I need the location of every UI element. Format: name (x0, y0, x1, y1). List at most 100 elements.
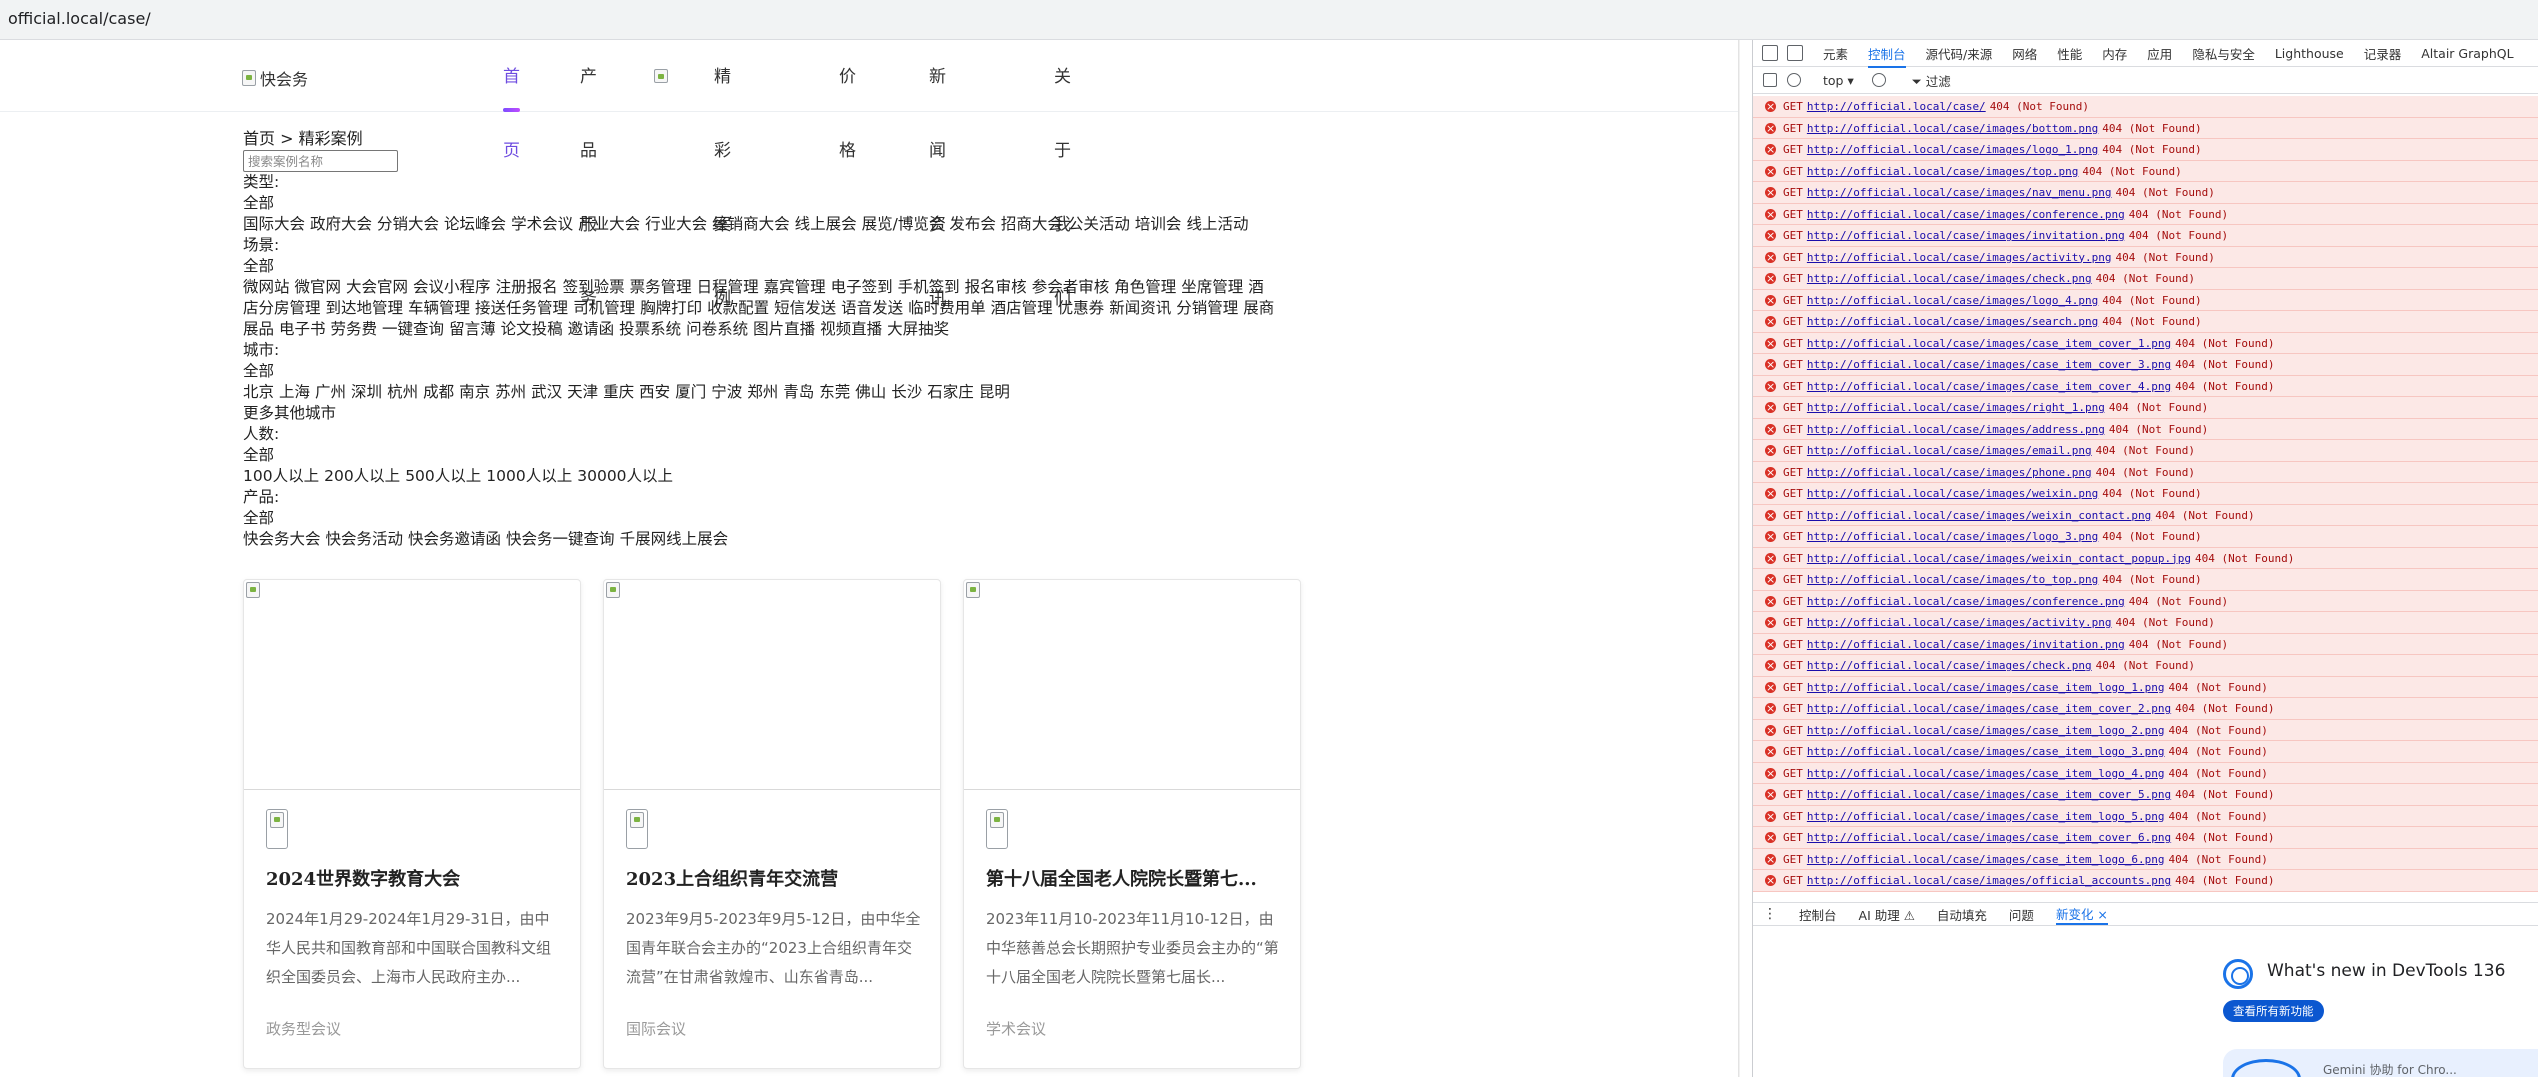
log-url-link[interactable]: http://official.local/case/images/case_i… (1807, 724, 2165, 737)
drawer-tab[interactable]: AI 助理 ⚠ (1859, 905, 1915, 924)
filter-option[interactable]: 大会官网 (346, 278, 408, 296)
context-selector[interactable]: top ▾ (1823, 73, 1854, 88)
filter-all-city[interactable]: 全部 (243, 361, 1303, 382)
drawer-tab[interactable]: 新变化 × (2055, 904, 2108, 925)
filter-all-scene[interactable]: 全部 (243, 256, 1303, 277)
filter-option[interactable]: 问卷系统 (686, 320, 748, 338)
filter-option[interactable]: 大屏抽奖 (887, 320, 949, 338)
nav-item[interactable]: 新闻资讯 (929, 40, 946, 309)
filter-option[interactable]: 临时费用单 (908, 299, 986, 317)
address-url[interactable]: official.local/case/ (8, 9, 151, 28)
log-url-link[interactable]: http://official.local/case/images/nav_me… (1807, 186, 2112, 199)
nav-item[interactable]: 关于我们 (1054, 40, 1071, 309)
log-url-link[interactable]: http://official.local/case/images/confer… (1807, 208, 2125, 221)
log-url-link[interactable]: http://official.local/case/images/weixin… (1807, 552, 2191, 565)
filter-option[interactable]: 分销大会 (377, 215, 439, 233)
filter-option[interactable]: 快会务活动 (326, 530, 404, 548)
filter-option[interactable]: 苏州 (495, 383, 526, 401)
log-url-link[interactable]: http://official.local/case/images/invita… (1807, 638, 2125, 651)
filter-option[interactable]: 武汉 (531, 383, 562, 401)
log-url-link[interactable]: http://official.local/case/images/bottom… (1807, 122, 2098, 135)
filter-option[interactable]: 行业大会 (645, 215, 707, 233)
filter-option[interactable]: 郑州 (747, 383, 778, 401)
filter-option[interactable]: 短信发送 (774, 299, 836, 317)
case-cover-image[interactable] (244, 580, 580, 790)
breadcrumb[interactable]: 首页 > 精彩案例 (243, 128, 1303, 149)
filter-option[interactable]: 重庆 (603, 383, 634, 401)
log-url-link[interactable]: http://official.local/case/images/case_i… (1807, 337, 2171, 350)
devtools-tab[interactable]: 记录器 (2364, 44, 2402, 63)
search-input[interactable] (243, 150, 398, 172)
drawer-tab[interactable]: 自动填充 (1937, 905, 1987, 924)
filter-option[interactable]: 石家庄 (927, 383, 974, 401)
filter-option[interactable]: 30000人以上 (577, 467, 673, 485)
device-toolbar-icon[interactable] (1787, 45, 1803, 61)
log-url-link[interactable]: http://official.local/case/images/logo_3… (1807, 530, 2098, 543)
devtools-tab[interactable]: 控制台 (1868, 44, 1906, 68)
filter-option[interactable]: 视频直播 (820, 320, 882, 338)
case-cover-image[interactable] (604, 580, 940, 790)
filter-option[interactable]: 图片直播 (753, 320, 815, 338)
filter-option[interactable]: 100人以上 (243, 467, 319, 485)
log-url-link[interactable]: http://official.local/case/images/weixin… (1807, 509, 2151, 522)
filter-option[interactable]: 杭州 (387, 383, 418, 401)
filter-option[interactable]: 发布会 (949, 215, 996, 233)
devtools-tab[interactable]: 内存 (2102, 44, 2127, 63)
filter-option[interactable]: 线上展会 (795, 215, 857, 233)
drawer-menu-icon[interactable]: ⋮ (1763, 906, 1777, 922)
filter-option[interactable]: 嘉宾管理 (764, 278, 826, 296)
log-url-link[interactable]: http://official.local/case/images/case_i… (1807, 853, 2165, 866)
filter-option[interactable]: 接送任务管理 (475, 299, 568, 317)
filter-option[interactable]: 1000人以上 (486, 467, 572, 485)
filter-option[interactable]: 国际大会 (243, 215, 305, 233)
filter-option[interactable]: 快会务大会 (243, 530, 321, 548)
log-url-link[interactable]: http://official.local/case/images/logo_1… (1807, 143, 2098, 156)
log-url-link[interactable]: http://official.local/case/images/to_top… (1807, 573, 2098, 586)
log-url-link[interactable]: http://official.local/case/images/check.… (1807, 659, 2092, 672)
filter-option[interactable]: 胸牌打印 (640, 299, 702, 317)
devtools-tab[interactable]: 元素 (1823, 44, 1848, 63)
log-url-link[interactable]: http://official.local/case/images/weixin… (1807, 487, 2098, 500)
filter-option[interactable]: 厦门 (675, 383, 706, 401)
log-url-link[interactable]: http://official.local/case/images/confer… (1807, 595, 2125, 608)
log-url-link[interactable]: http://official.local/case/images/case_i… (1807, 788, 2171, 801)
case-title[interactable]: 2024世界数字教育大会 (266, 865, 566, 891)
see-all-features-button[interactable]: 查看所有新功能 (2223, 1000, 2324, 1022)
filter-option[interactable]: 线上活动 (1186, 215, 1248, 233)
sidebar-toggle-icon[interactable] (1763, 73, 1777, 87)
nav-item[interactable]: 产品服务 (580, 40, 597, 309)
filter-option[interactable]: 200人以上 (324, 467, 400, 485)
site-logo[interactable]: 快会务 (242, 66, 308, 90)
filter-option[interactable]: 店分房管理 (243, 299, 321, 317)
filter-option[interactable]: 政府大会 (310, 215, 372, 233)
filter-option[interactable]: 司机管理 (573, 299, 635, 317)
filter-option[interactable]: 邀请函 (568, 320, 615, 338)
log-url-link[interactable]: http://official.local/case/images/right_… (1807, 401, 2105, 414)
filter-option[interactable]: 昆明 (979, 383, 1010, 401)
filter-option[interactable]: 长沙 (891, 383, 922, 401)
eye-icon[interactable] (1871, 73, 1886, 87)
filter-option[interactable]: 会议小程序 (413, 278, 491, 296)
filter-option[interactable]: 电子签到 (831, 278, 893, 296)
filter-option[interactable]: 注册报名 (496, 278, 558, 296)
filter-option[interactable]: 收款配置 (707, 299, 769, 317)
filter-option[interactable]: 报名审核 (965, 278, 1027, 296)
filter-option[interactable]: 微官网 (295, 278, 342, 296)
filter-option[interactable]: 广州 (315, 383, 346, 401)
filter-option[interactable]: 微网站 (243, 278, 290, 296)
case-card[interactable]: 第十八届全国老人院院长暨第七... 2023年11月10-2023年11月10-1… (963, 579, 1301, 1069)
filter-option[interactable]: 签到验票 (563, 278, 625, 296)
nav-item[interactable]: 价格 (839, 40, 856, 161)
filter-option[interactable]: 票务管理 (630, 278, 692, 296)
filter-option[interactable]: 展览/博览会 (862, 215, 945, 233)
log-url-link[interactable]: http://official.local/case/images/logo_4… (1807, 294, 2098, 307)
filter-option[interactable]: 青岛 (783, 383, 814, 401)
filter-option[interactable]: 劳务费 (331, 320, 378, 338)
case-cover-image[interactable] (964, 580, 1300, 790)
filter-option[interactable]: 论坛峰会 (444, 215, 506, 233)
filter-option[interactable]: 优惠券 (1058, 299, 1105, 317)
log-url-link[interactable]: http://official.local/case/images/check.… (1807, 272, 2092, 285)
filter-option[interactable]: 语音发送 (841, 299, 903, 317)
filter-option[interactable]: 东莞 (819, 383, 850, 401)
log-url-link[interactable]: http://official.local/case/images/phone.… (1807, 466, 2092, 479)
